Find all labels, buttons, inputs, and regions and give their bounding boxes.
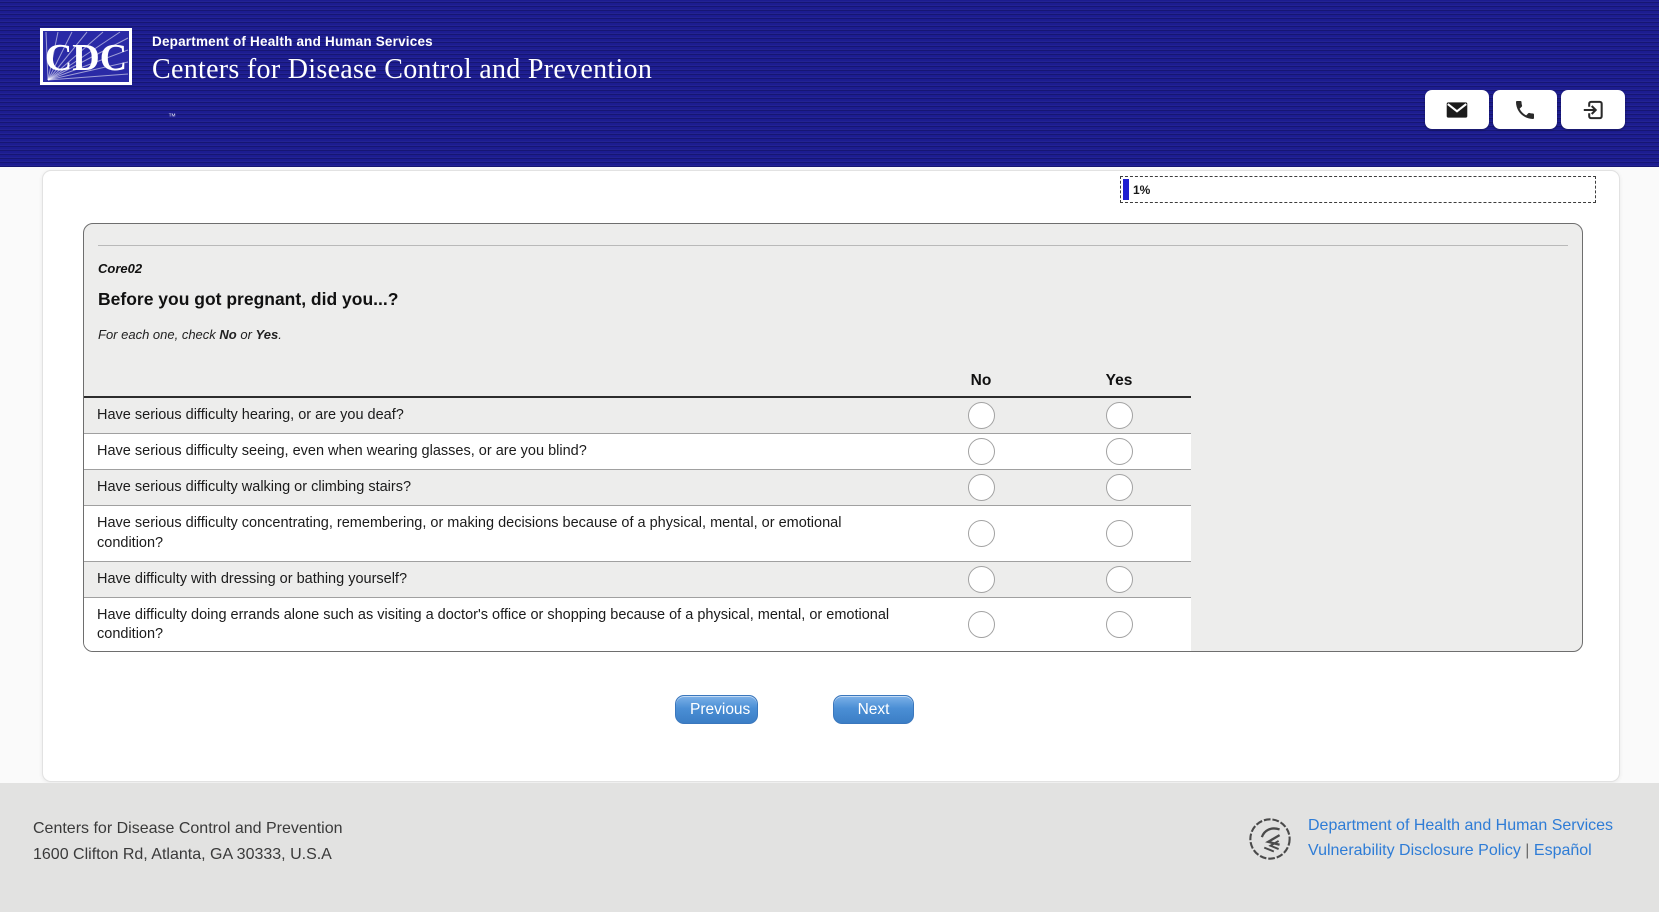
radio-yes[interactable] <box>1105 565 1133 593</box>
espanol-link[interactable]: Español <box>1534 842 1592 859</box>
card-divider <box>98 245 1568 246</box>
radio-yes[interactable] <box>1105 520 1133 547</box>
footer-address-line2: 1600 Clifton Rd, Atlanta, GA 30333, U.S.… <box>33 846 332 864</box>
question-instruction: For each one, check No or Yes. <box>98 327 282 342</box>
table-row: Have serious difficulty walking or climb… <box>84 470 1191 507</box>
radio-yes[interactable] <box>1105 611 1133 639</box>
agency-large-title: Centers for Disease Control and Preventi… <box>152 54 653 85</box>
previous-button[interactable]: Previous <box>675 695 758 724</box>
footer-address-line1: Centers for Disease Control and Preventi… <box>33 820 343 837</box>
table-row: Have difficulty with dressing or bathing… <box>84 562 1191 598</box>
radio-yes[interactable] <box>1105 474 1133 502</box>
radio-no[interactable] <box>967 474 995 502</box>
row-question: Have difficulty with dressing or bathing… <box>97 570 408 587</box>
exit-button[interactable] <box>1561 90 1625 129</box>
trademark-symbol: ™ <box>168 112 176 121</box>
link-separator: | <box>1525 841 1530 859</box>
table-body: Have serious difficulty hearing, or are … <box>84 398 1191 651</box>
vulnerability-disclosure-link[interactable]: Vulnerability Disclosure Policy <box>1308 842 1521 859</box>
question-card: Core02 Before you got pregnant, did you.… <box>83 223 1583 652</box>
header-toolbar <box>1425 90 1625 129</box>
progress-bar: 1% <box>1120 176 1596 203</box>
cdc-brand: CDC ™ Department of Health and Human Ser… <box>40 28 653 121</box>
row-question: Have difficulty doing errands alone such… <box>97 606 890 642</box>
survey-table: No Yes Have serious difficulty hearing, … <box>84 368 1191 651</box>
progress-label: 1% <box>1133 182 1151 197</box>
table-row: Have difficulty doing errands alone such… <box>84 597 1191 651</box>
site-footer: Centers for Disease Control and Preventi… <box>0 783 1659 912</box>
phone-button[interactable] <box>1493 90 1557 129</box>
cdc-logo-icon: CDC <box>40 28 132 85</box>
row-question: Have serious difficulty hearing, or are … <box>97 407 404 423</box>
radio-no[interactable] <box>967 438 995 466</box>
exit-icon <box>1583 100 1603 119</box>
mail-icon <box>1446 101 1468 118</box>
mail-button[interactable] <box>1425 90 1489 129</box>
column-header-no: No <box>970 372 992 389</box>
header-banner: CDC ™ Department of Health and Human Ser… <box>0 0 1659 167</box>
radio-yes[interactable] <box>1105 438 1133 466</box>
row-question: Have serious difficulty seeing, even whe… <box>97 443 587 460</box>
radio-no[interactable] <box>967 611 995 639</box>
radio-no[interactable] <box>967 402 995 430</box>
question-id: Core02 <box>98 261 143 276</box>
footer-address: Centers for Disease Control and Preventi… <box>33 816 343 869</box>
radio-no[interactable] <box>967 565 995 593</box>
cdc-logo-text: CDC <box>45 37 127 79</box>
radio-yes[interactable] <box>1105 402 1133 430</box>
row-question: Have serious difficulty concentrating, r… <box>97 515 842 551</box>
table-row: Have serious difficulty concentrating, r… <box>84 506 1191 562</box>
hhs-logo-icon <box>1249 818 1291 860</box>
column-header-yes: Yes <box>1105 372 1133 389</box>
phone-icon <box>1516 100 1534 119</box>
agency-small-title: Department of Health and Human Services <box>152 34 433 49</box>
progress-fill <box>1123 179 1129 200</box>
next-button[interactable]: Next <box>833 695 914 724</box>
table-row: Have serious difficulty seeing, even whe… <box>84 434 1191 471</box>
table-row: Have serious difficulty hearing, or are … <box>84 398 1191 435</box>
row-question: Have serious difficulty walking or climb… <box>97 479 412 496</box>
question-text: Before you got pregnant, did you...? <box>98 289 399 309</box>
table-header: No Yes <box>84 368 1191 398</box>
hhs-link[interactable]: Department of Health and Human Services <box>1308 817 1613 834</box>
radio-no[interactable] <box>967 520 995 547</box>
